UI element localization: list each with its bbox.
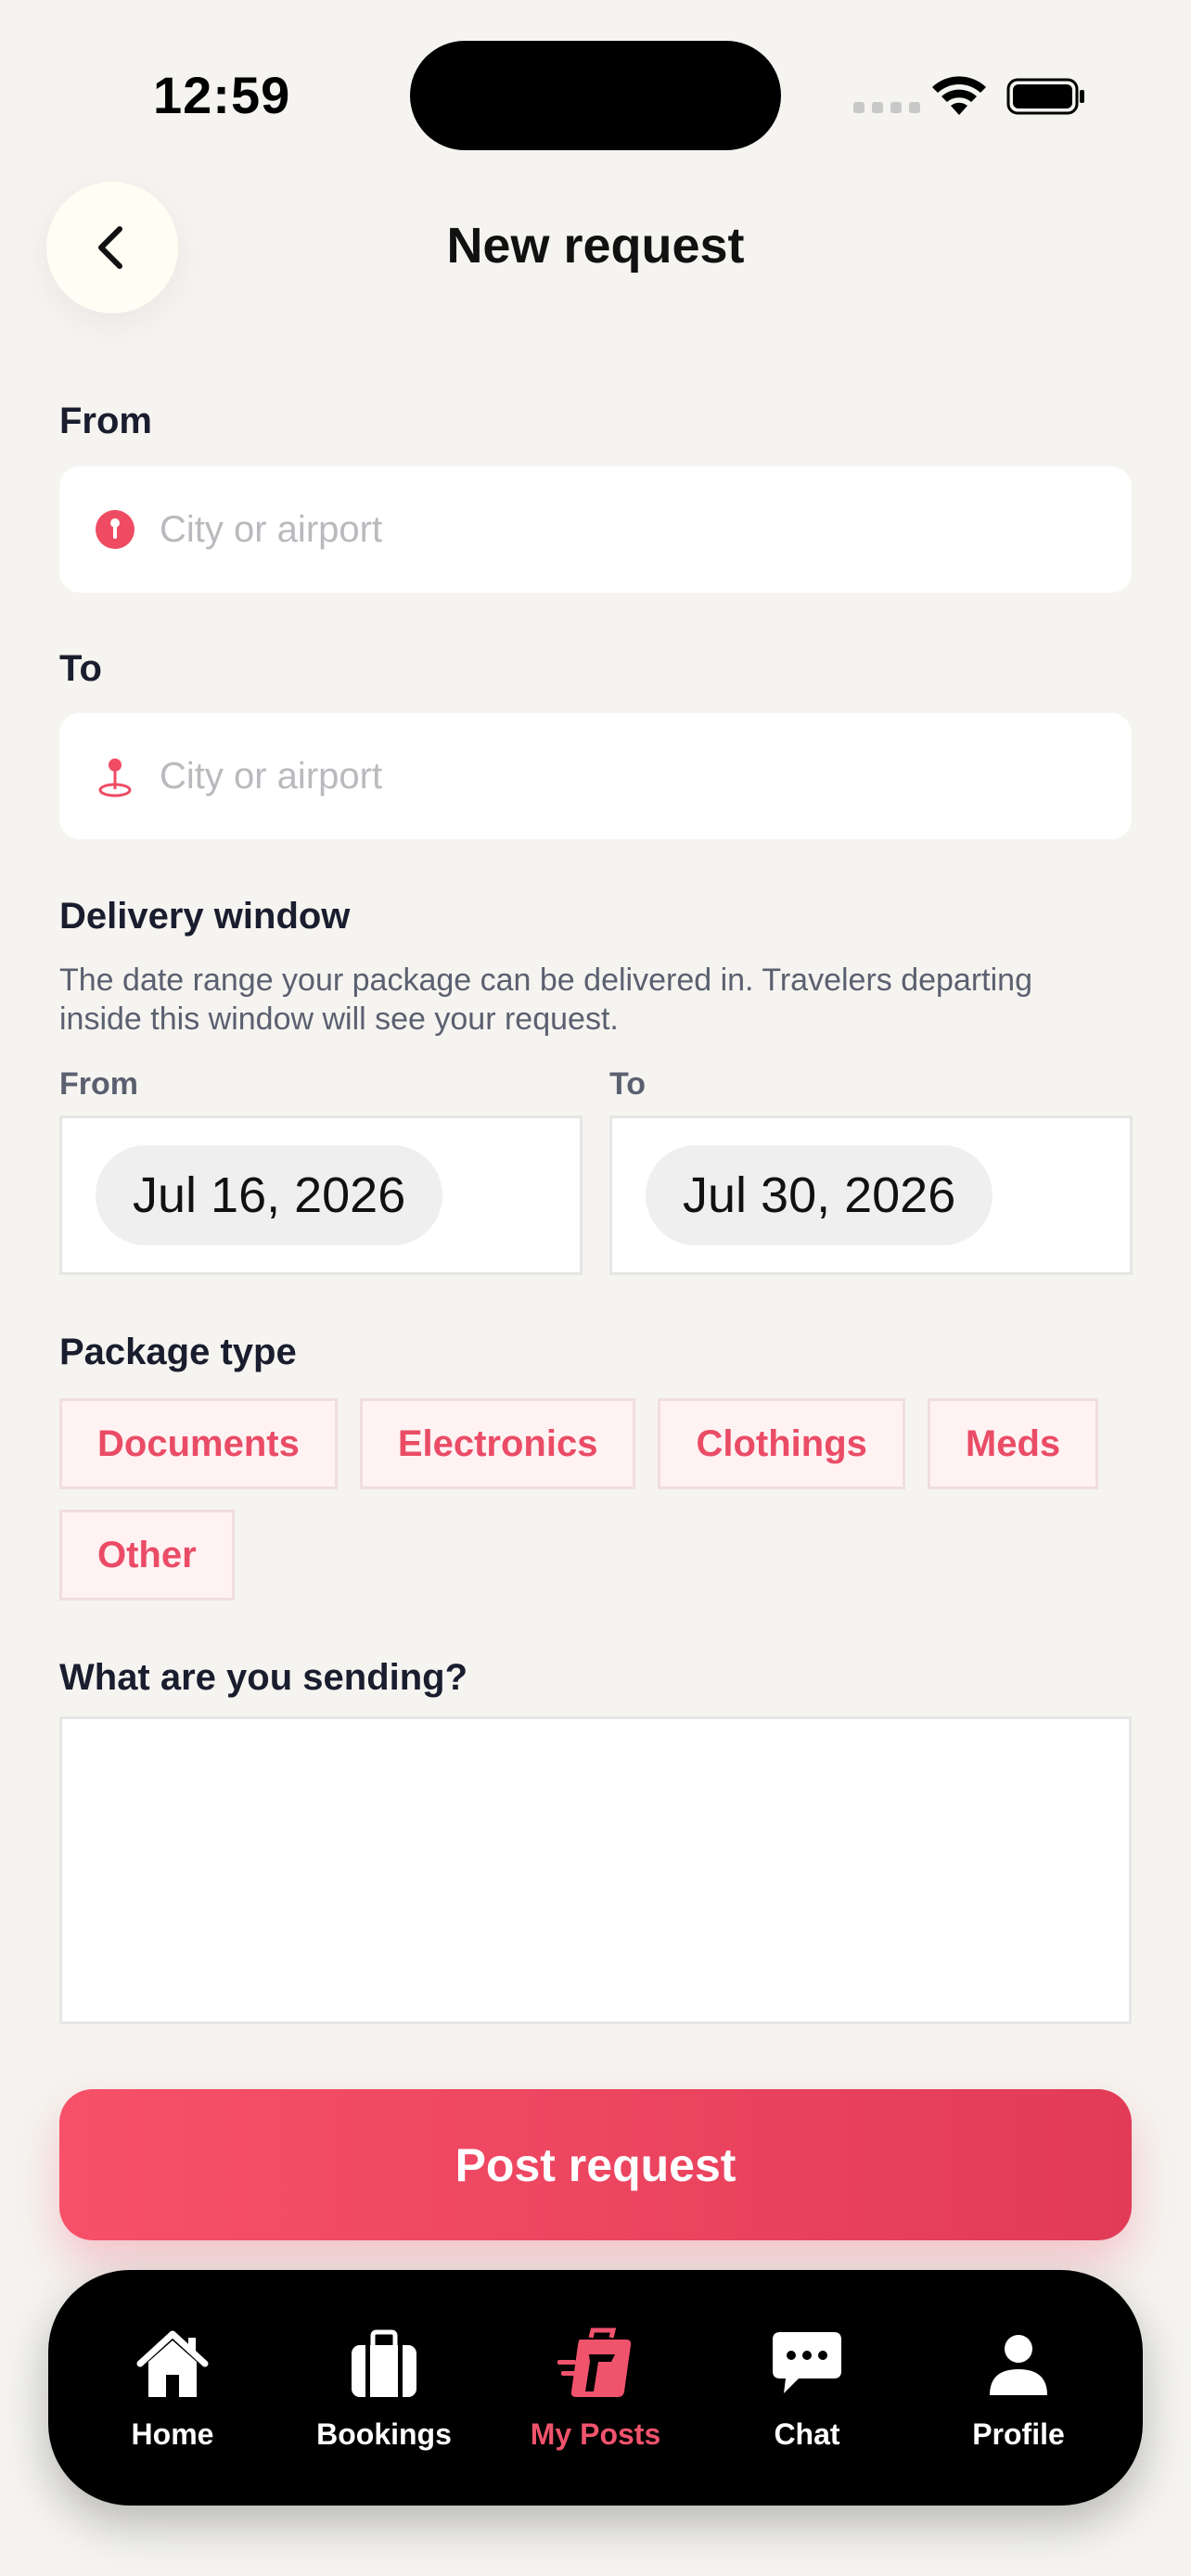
delivery-window-label: Delivery window — [59, 896, 351, 937]
wifi-icon — [932, 76, 986, 115]
chip-meds[interactable]: Meds — [927, 1398, 1099, 1489]
destination-pin-icon — [98, 759, 132, 797]
dynamic-island — [410, 41, 781, 150]
origin-pin-icon — [96, 510, 134, 549]
home-icon — [136, 2330, 209, 2397]
chip-electronics[interactable]: Electronics — [359, 1398, 636, 1489]
tab-my-posts[interactable]: My Posts — [503, 2325, 688, 2452]
tab-profile-label: Profile — [972, 2417, 1065, 2451]
tab-bar: Home Bookings My Posts Chat Profile — [48, 2270, 1143, 2506]
date-to-label: To — [609, 1066, 647, 1102]
battery-icon — [1006, 78, 1084, 115]
to-field[interactable] — [59, 713, 1132, 839]
person-icon — [990, 2334, 1047, 2395]
tab-home[interactable]: Home — [80, 2325, 265, 2452]
tab-profile[interactable]: Profile — [926, 2325, 1111, 2452]
tab-my-posts-label: My Posts — [530, 2417, 661, 2451]
tab-chat-label: Chat — [774, 2417, 840, 2451]
package-type-options: Documents Electronics Clothings Meds Oth… — [59, 1398, 1135, 1600]
end-date-picker[interactable]: Jul 30, 2026 — [646, 1145, 993, 1245]
end-date-field[interactable]: Jul 30, 2026 — [609, 1116, 1133, 1275]
from-label: From — [59, 401, 152, 441]
from-field[interactable] — [59, 466, 1132, 593]
page-title: New request — [446, 218, 745, 274]
to-label: To — [59, 648, 102, 689]
chip-other[interactable]: Other — [59, 1510, 235, 1600]
tab-bookings-label: Bookings — [316, 2417, 452, 2451]
from-input[interactable] — [160, 508, 1087, 551]
chip-clothings[interactable]: Clothings — [658, 1398, 905, 1489]
new-request-screen: 12:59 New request From To — [0, 0, 1191, 2576]
sending-textarea[interactable] — [59, 1716, 1132, 2024]
package-type-label: Package type — [59, 1332, 297, 1372]
date-from-label: From — [59, 1066, 138, 1102]
post-request-button[interactable]: Post request — [59, 2089, 1132, 2240]
tab-bookings[interactable]: Bookings — [291, 2325, 477, 2452]
start-date-field[interactable]: Jul 16, 2026 — [59, 1116, 583, 1275]
cellular-signal-icon — [853, 102, 920, 113]
tab-home-label: Home — [131, 2417, 214, 2451]
sending-label: What are you sending? — [59, 1657, 468, 1698]
to-input[interactable] — [160, 755, 1087, 797]
tab-chat[interactable]: Chat — [714, 2325, 900, 2452]
chip-documents[interactable]: Documents — [59, 1398, 338, 1489]
delivery-window-help: The date range your package can be deliv… — [59, 963, 1032, 1037]
briefcase-icon — [352, 2329, 416, 2397]
start-date-picker[interactable]: Jul 16, 2026 — [96, 1145, 443, 1245]
suitcase-icon — [557, 2327, 632, 2397]
chat-icon — [773, 2331, 841, 2393]
status-time: 12:59 — [153, 66, 291, 124]
